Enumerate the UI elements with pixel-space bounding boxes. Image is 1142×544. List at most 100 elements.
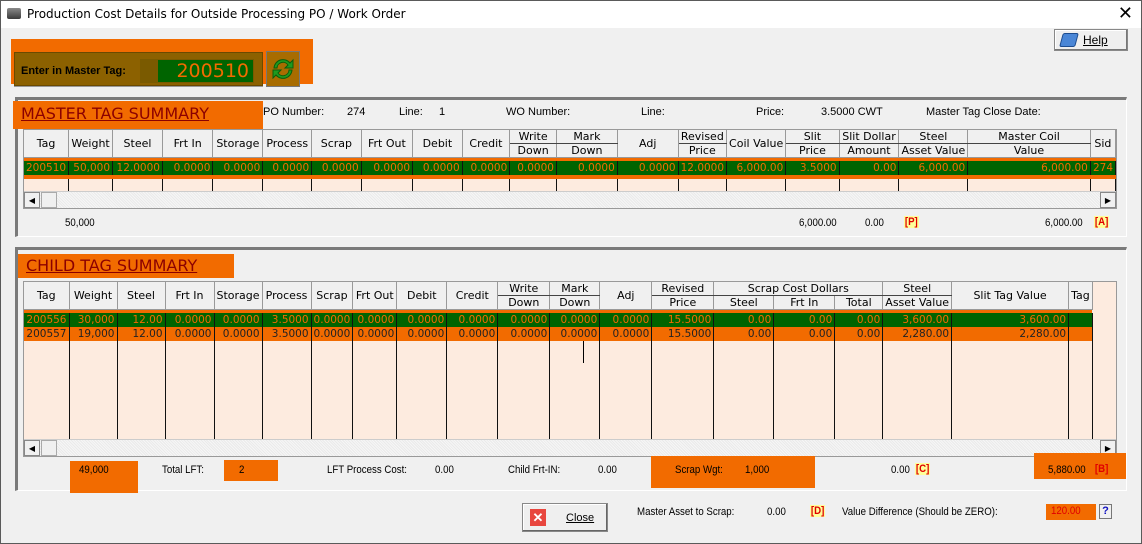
column-header[interactable]: Revised [678,130,728,144]
table-cell[interactable]: 0.00 [834,312,884,327]
column-header[interactable]: Steel [898,130,969,144]
table-cell[interactable]: 2,280.00 [951,326,1070,341]
column-header[interactable]: Tag [24,130,70,158]
column-header[interactable]: Slit Tag Value [951,282,1070,310]
table-cell[interactable]: 0.0000 [617,160,679,175]
table-cell[interactable]: 0.0000 [212,160,264,175]
table-cell[interactable]: 0.0000 [509,160,557,175]
table-cell[interactable]: 3,600.00 [951,312,1070,327]
refresh-button[interactable] [266,51,300,87]
column-header-sub[interactable]: Amount [839,143,900,158]
column-header-sub[interactable]: Down [497,295,551,310]
column-header-sub[interactable]: Asset Value [882,295,953,310]
table-cell[interactable]: 0.0000 [462,160,511,175]
table-cell[interactable]: 30,000 [69,312,118,327]
column-header[interactable]: Tag [24,282,70,310]
table-cell[interactable]: 0.0000 [599,326,653,341]
table-cell[interactable]: 274 [1090,160,1116,175]
table-cell[interactable]: 0.0000 [549,326,601,341]
table-cell[interactable]: 0.0000 [497,312,551,327]
column-header[interactable]: Revised [651,282,715,296]
scroll-left-button[interactable]: ◀ [24,192,40,208]
column-header[interactable]: Steel [117,282,166,310]
column-header[interactable]: Debit [396,282,448,310]
table-cell[interactable]: 0.0000 [352,326,398,341]
table-cell[interactable]: 2,280.00 [882,326,953,341]
column-header[interactable]: Adj [599,282,653,310]
table-cell[interactable]: 0.0000 [396,312,448,327]
table-cell[interactable]: 0.00 [773,312,836,327]
table-cell[interactable]: 0.00 [773,326,836,341]
column-header[interactable]: Sid [1090,130,1116,158]
help-button[interactable]: Help [1054,29,1128,51]
table-cell[interactable]: 12.0000 [112,160,163,175]
column-header-sub[interactable]: Price [678,143,728,158]
column-header-sub[interactable]: Down [556,143,618,158]
table-cell[interactable]: 3.5000 [262,312,312,327]
column-header-sub[interactable]: Down [509,143,557,158]
table-cell[interactable]: 0.0000 [311,160,362,175]
table-cell[interactable]: 0.0000 [497,326,551,341]
column-header[interactable]: Mark [549,282,601,296]
table-cell[interactable]: 15.5000 [651,326,715,341]
table-cell[interactable]: 0.0000 [165,326,215,341]
column-header[interactable]: Scrap [311,130,362,158]
column-header[interactable]: Write [497,282,551,296]
table-row[interactable]: 200556 30,000 12.00 0.0000 0.0000 3.5000 0.000… [24,312,1093,327]
table-cell[interactable]: 0.0000 [214,312,263,327]
column-header[interactable]: Credit [462,130,511,158]
column-header[interactable]: Process [262,130,313,158]
column-header[interactable]: Weight [69,282,118,310]
column-header[interactable]: Process [262,282,312,310]
table-cell[interactable]: 3,600.00 [882,312,953,327]
table-cell[interactable] [1068,326,1093,341]
table-cell[interactable]: 6,000.00 [726,160,787,175]
child-scroll-thumb[interactable] [41,440,57,456]
column-header[interactable]: Frt Out [352,282,398,310]
column-header[interactable]: Tag [1068,282,1093,310]
column-header[interactable]: Steel [713,295,775,310]
table-row[interactable]: 200510 50,000 12.0000 0.0000 0.0000 0.0000 0.0… [24,160,1116,175]
table-cell[interactable]: 0.0000 [214,326,263,341]
table-cell[interactable]: 0.0000 [446,326,499,341]
column-header[interactable]: Debit [412,130,463,158]
table-cell[interactable]: 19,000 [69,326,118,341]
child-tag-grid[interactable]: Tag Weight Steel Frt In Storage Process Scrap F… [23,281,1117,457]
column-header[interactable]: Coil Value [726,130,787,158]
column-header[interactable]: Frt In [162,130,214,158]
column-header[interactable]: Mark [556,130,618,144]
table-cell[interactable]: 0.0000 [361,160,414,175]
close-button[interactable]: ✕ Close [522,503,608,532]
table-cell[interactable]: 200510 [24,160,70,175]
window-close-icon[interactable]: ✕ [1118,3,1133,24]
column-header[interactable]: Frt In [165,282,215,310]
table-cell[interactable]: 0.00 [839,160,900,175]
column-header[interactable]: Storage [214,282,263,310]
table-cell[interactable]: 0.0000 [162,160,214,175]
column-header-sub[interactable]: Down [549,295,601,310]
table-cell[interactable]: 0.0000 [262,160,313,175]
column-header-sub[interactable]: Price [651,295,715,310]
column-header-sub[interactable]: Price [785,143,840,158]
column-header[interactable]: Credit [446,282,499,310]
table-cell[interactable]: 0.0000 [446,312,499,327]
column-header[interactable]: Write [509,130,557,144]
table-cell[interactable]: 0.00 [713,312,775,327]
column-header[interactable]: Slit Dollar [839,130,900,144]
column-header[interactable]: Steel [112,130,163,158]
column-header[interactable]: Storage [212,130,264,158]
table-cell[interactable]: 0.0000 [556,160,618,175]
table-cell[interactable]: 15.5000 [651,312,715,327]
table-cell[interactable]: 3.5000 [262,326,312,341]
column-header-sub[interactable]: Asset Value [898,143,969,158]
table-cell[interactable]: 0.0000 [311,312,354,327]
column-header[interactable]: Total [834,295,884,310]
table-cell[interactable]: 200557 [24,326,70,341]
column-header[interactable]: Slit [785,130,840,144]
scroll-thumb[interactable] [41,192,57,208]
master-horizontal-scrollbar[interactable]: ◀ ▶ [24,191,1116,208]
column-header[interactable]: Adj [617,130,679,158]
table-cell[interactable]: 0.0000 [549,312,601,327]
master-tag-input[interactable]: 200510 [140,59,254,83]
table-cell[interactable]: 6,000.00 [967,160,1091,175]
